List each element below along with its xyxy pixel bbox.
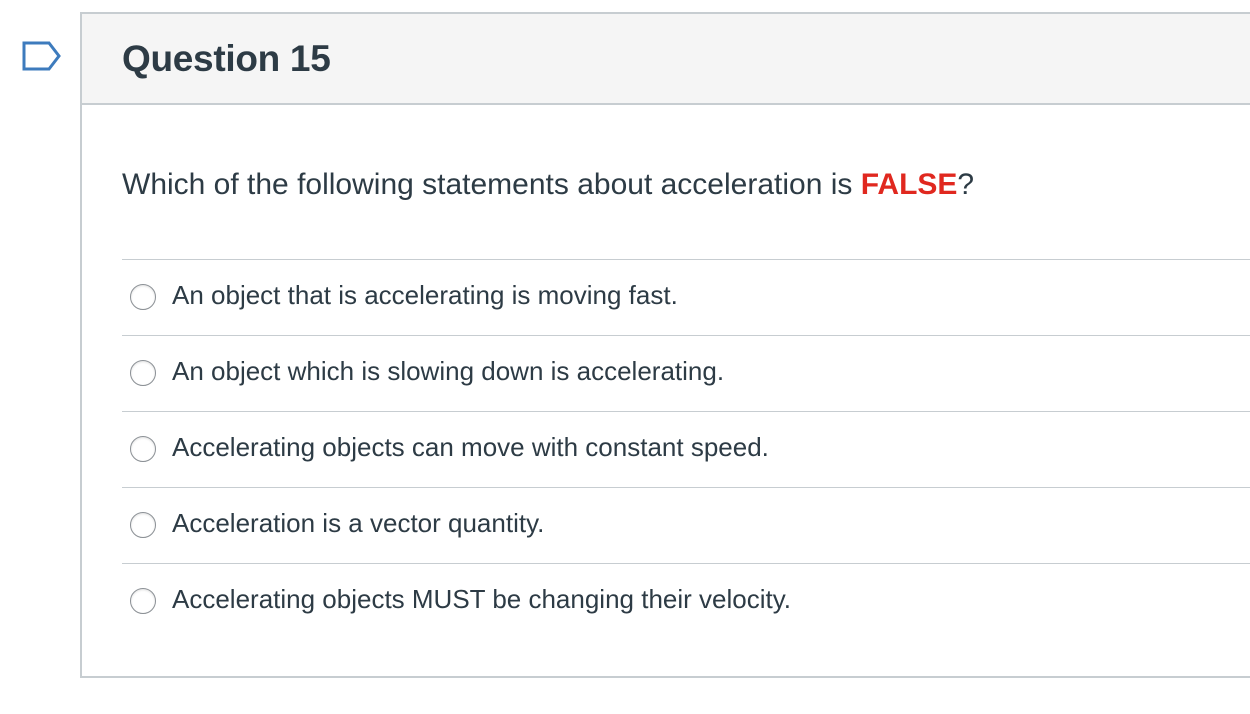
prompt-text: Which of the following statements about … bbox=[122, 168, 861, 201]
answer-label[interactable]: An object that is accelerating is moving… bbox=[172, 280, 678, 311]
answer-option[interactable]: Accelerating objects can move with const… bbox=[122, 412, 1250, 488]
answer-option[interactable]: An object which is slowing down is accel… bbox=[122, 336, 1250, 412]
radio-button[interactable] bbox=[130, 436, 156, 462]
radio-button[interactable] bbox=[130, 588, 156, 614]
question-prompt: Which of the following statements about … bbox=[122, 168, 974, 202]
answer-label[interactable]: Accelerating objects MUST be changing th… bbox=[172, 584, 791, 615]
radio-button[interactable] bbox=[130, 360, 156, 386]
prompt-highlight: FALSE bbox=[860, 168, 958, 201]
flag-question-icon[interactable] bbox=[21, 40, 65, 72]
prompt-punctuation: ? bbox=[957, 168, 975, 201]
question-header: Question 15 bbox=[82, 14, 1250, 105]
answer-option[interactable]: Accelerating objects MUST be changing th… bbox=[122, 564, 1250, 639]
answer-option[interactable]: An object that is accelerating is moving… bbox=[122, 260, 1250, 336]
answer-label[interactable]: An object which is slowing down is accel… bbox=[172, 356, 724, 387]
answer-list: An object that is accelerating is moving… bbox=[122, 259, 1250, 639]
radio-button[interactable] bbox=[130, 284, 156, 310]
answer-option[interactable]: Acceleration is a vector quantity. bbox=[122, 488, 1250, 564]
radio-button[interactable] bbox=[130, 512, 156, 538]
question-card: Question 15 Which of the following state… bbox=[80, 12, 1250, 678]
question-title: Question 15 bbox=[122, 38, 331, 79]
answer-label[interactable]: Acceleration is a vector quantity. bbox=[172, 508, 544, 539]
answer-label[interactable]: Accelerating objects can move with const… bbox=[172, 432, 769, 463]
